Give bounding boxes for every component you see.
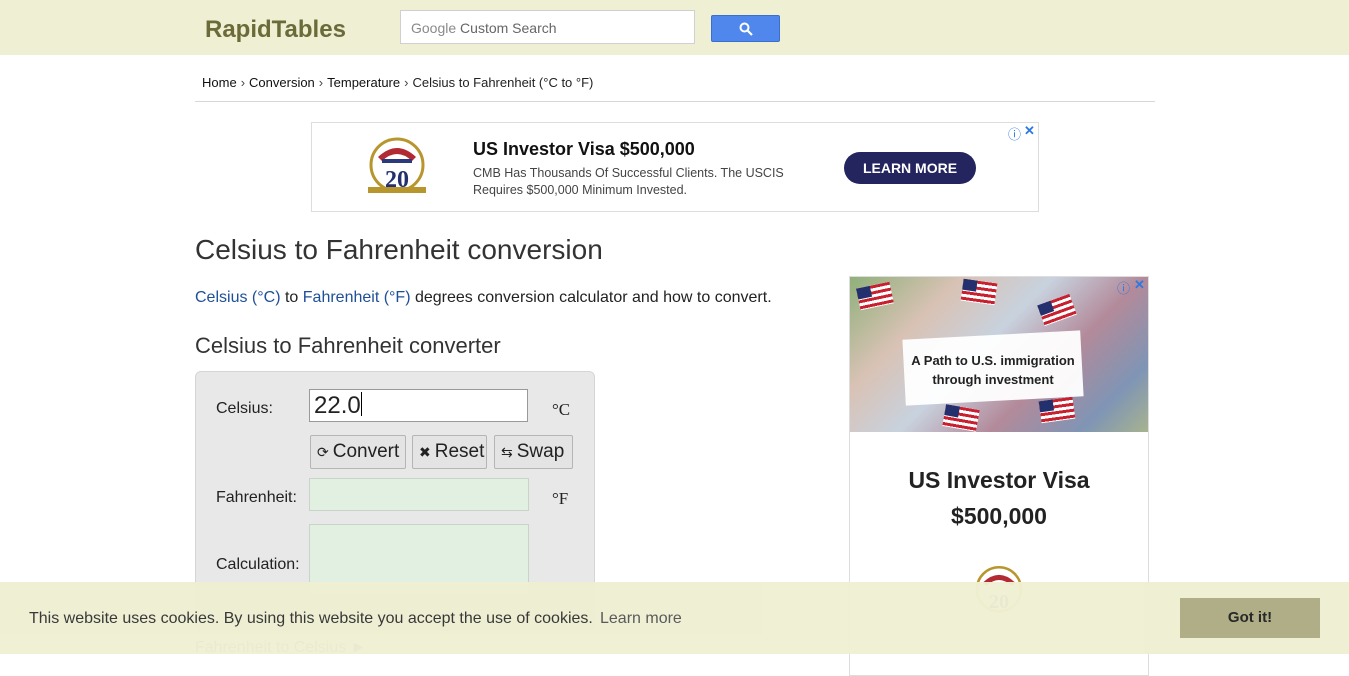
flag-icon [1037,293,1077,327]
top-bar: RapidTables Google Custom Search [0,0,1349,55]
search-button[interactable] [711,15,780,42]
convert-button[interactable]: ⟳ Convert [310,435,406,469]
close-icon: ✖ [419,444,431,460]
cookie-bar: This website uses cookies. By using this… [0,582,1349,654]
breadcrumb-current: Celsius to Fahrenheit (°C to °F) [412,75,594,90]
learn-more-button[interactable]: LEARN MORE [844,152,976,184]
celsius-input[interactable]: 22.0 [309,389,528,422]
fahrenheit-unit: °F [552,489,569,508]
fahrenheit-link[interactable]: Fahrenheit (°F) [303,289,411,306]
ad-info-icon[interactable]: ⓘ [1008,124,1021,143]
search-icon [739,22,753,36]
breadcrumb: Home › Conversion › Temperature › Celsius to F… [202,75,594,90]
swap-button[interactable]: ⇆ Swap [494,435,573,469]
flag-icon [1038,396,1076,424]
medal-icon: 20 [368,137,426,193]
cookie-message: This website uses cookies. By using this… [29,610,593,627]
page-title: Celsius to Fahrenheit conversion [195,234,603,265]
site-logo[interactable]: RapidTables [205,16,346,44]
side-ad-headline[interactable]: US Investor Visa [850,467,1148,494]
reset-button[interactable]: ✖ Reset [412,435,487,469]
fahrenheit-label: Fahrenheit: [216,489,297,506]
ad-photo: A Path to U.S. immigration through inves… [850,277,1148,432]
search-placeholder: Google Custom Search [411,20,557,36]
calculation-label: Calculation: [216,556,300,573]
breadcrumb-home[interactable]: Home [202,75,237,90]
cookie-accept-button[interactable]: Got it! [1180,598,1320,638]
ad-close-icon[interactable]: ✕ [1134,277,1145,293]
breadcrumb-temperature[interactable]: Temperature [327,75,400,90]
ad-close-icon[interactable]: ✕ [1024,123,1035,139]
intro-text: Celsius (°C) to Fahrenheit (°F) degrees … [195,289,772,306]
ad-title[interactable]: US Investor Visa $500,000 [473,139,695,160]
swap-icon: ⇆ [501,444,513,460]
celsius-unit: °C [552,400,571,419]
celsius-label: Celsius: [216,400,273,417]
fahrenheit-output[interactable] [309,478,529,511]
converter-heading: Celsius to Fahrenheit converter [195,333,501,358]
top-ad[interactable]: 20 US Investor Visa $500,000 CMB Has Tho… [311,122,1039,212]
flag-icon [856,281,894,311]
celsius-link[interactable]: Celsius (°C) [195,289,281,306]
flag-icon [960,278,998,306]
refresh-icon: ⟳ [317,444,329,460]
cookie-learn-more-link[interactable]: Learn more [600,610,682,628]
ad-info-icon[interactable]: ⓘ [1117,278,1130,297]
ad-description: CMB Has Thousands Of Successful Clients.… [473,166,784,197]
divider [195,101,1155,102]
flag-icon [942,404,980,432]
side-ad-price[interactable]: $500,000 [850,503,1148,530]
ad-banner-text: A Path to U.S. immigration through inves… [911,353,1075,387]
search-input[interactable]: Google Custom Search [400,10,695,44]
breadcrumb-conversion[interactable]: Conversion [249,75,315,90]
